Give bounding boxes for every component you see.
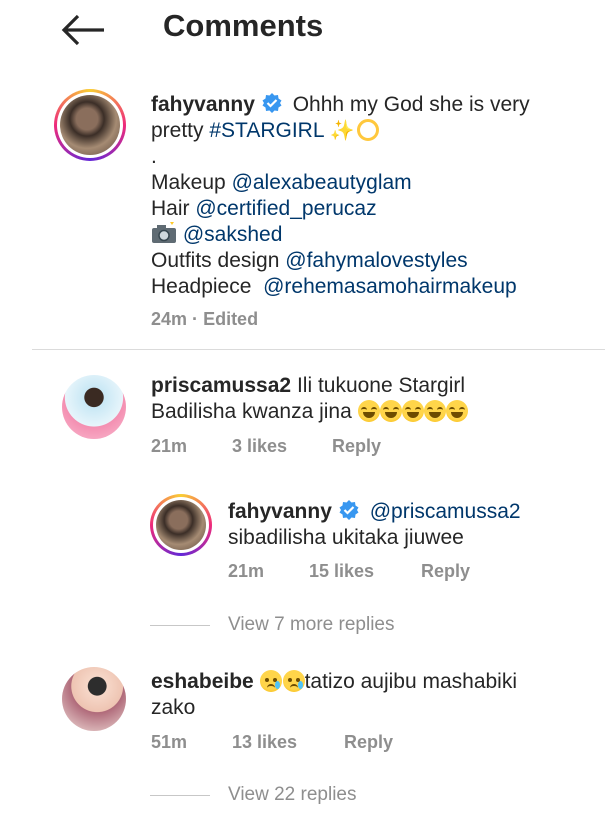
hair-mention[interactable]: @certified_perucaz [195,197,376,220]
caption-dot: . [151,145,157,168]
avatar[interactable] [54,89,126,161]
view-more-replies-button[interactable]: View 7 more replies [228,614,395,636]
makeup-mention[interactable]: @alexabeautyglam [232,171,412,194]
caption-time: 24m [151,309,188,329]
page-title: Comments [163,8,324,43]
avatar[interactable] [62,375,126,439]
comment-line-1: eshabeibe tatizo aujibu mashabiki [151,670,518,693]
caption-text: Ohhh my God she is very [292,93,530,116]
reply-button[interactable]: Reply [332,436,381,457]
caption-hair: Hair @certified_perucaz [151,197,377,220]
likes-count[interactable]: 13 likes [232,732,297,753]
reply-username[interactable]: fahyvanny [228,500,332,523]
comment-username[interactable]: priscamussa2 [151,374,291,397]
reply-mention[interactable]: @priscamussa2 [370,500,521,523]
likes-count[interactable]: 3 likes [232,436,287,457]
caption-outfits: Outfits design @fahymalovestyles [151,249,468,272]
view-replies-line [150,625,210,626]
view-replies-line [150,795,210,796]
avatar[interactable] [150,494,212,556]
comment-meta: 21m [151,436,187,457]
sparkles-icon: ✨ [329,120,355,142]
view-replies-button[interactable]: View 22 replies [228,784,357,806]
caption-headpiece: Headpiece @rehemasamohairmakeup [151,275,517,298]
divider [32,349,605,350]
tears-of-joy-icons [352,400,468,423]
camera-flash-icon [151,222,177,251]
dizzy-icon [356,119,379,141]
verified-badge-icon [261,92,283,121]
caption-meta: 24m · Edited [151,309,259,329]
caption-photo: @sakshed [151,222,282,251]
reply-line-1: fahyvanny @priscamussa2 [228,499,521,528]
photo-mention[interactable]: @sakshed [183,223,283,246]
arrow-left-icon [61,14,104,46]
reply-button[interactable]: Reply [344,732,393,753]
avatar[interactable] [62,667,126,731]
crying-face-icons [259,670,305,693]
comment-line-2: Badilisha kwanza jina [151,399,468,425]
reply-button[interactable]: Reply [421,561,470,582]
verified-badge-icon [338,499,360,528]
back-button[interactable] [60,12,108,48]
reply-time: 21m [228,561,265,581]
comment-line-1: priscamussa2 Ili tukuone Stargirl [151,374,466,397]
hashtag-link[interactable]: #STARGIRL [209,119,323,142]
caption-line-2: pretty #STARGIRL ✨ [151,118,379,144]
comment-time: 51m [151,732,188,752]
reply-text: sibadilisha ukitaka jiuwee [228,526,464,549]
caption-line-1: fahyvanny Ohhh my God she is very [151,92,530,121]
edited-label: Edited [203,309,259,329]
comment-time: 21m [151,436,188,456]
likes-count[interactable]: 15 likes [309,561,374,582]
headpiece-mention[interactable]: @rehemasamohairmakeup [263,275,517,298]
comment-line-2: zako [151,696,196,719]
caption-username[interactable]: fahyvanny [151,93,255,116]
outfits-mention[interactable]: @fahymalovestyles [285,249,467,272]
caption-makeup: Makeup @alexabeautyglam [151,171,412,194]
comment-username[interactable]: eshabeibe [151,670,254,693]
